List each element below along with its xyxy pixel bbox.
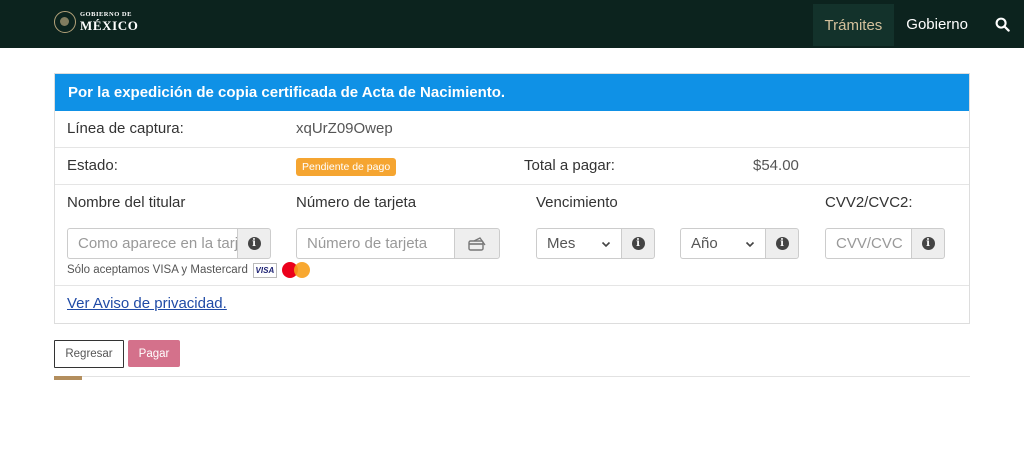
mes-select-value: Mes: [547, 235, 576, 252]
payment-panel: Por la expedición de copia certificada d…: [54, 73, 970, 324]
nav-item-gobierno[interactable]: Gobierno: [894, 3, 980, 45]
logo-line2: MÉXICO: [80, 18, 139, 34]
vencimiento-label: Vencimiento: [536, 194, 618, 211]
accent-bar: [54, 376, 82, 380]
linea-captura-label: Línea de captura:: [67, 120, 184, 137]
mes-select-group: Mes i: [536, 228, 655, 259]
tarjeta-label: Número de tarjeta: [296, 194, 417, 211]
cvv-input[interactable]: CVV/CVC: [825, 228, 911, 259]
gobierno-mexico-logo[interactable]: GOBIERNO DE MÉXICO: [54, 11, 139, 33]
estado-row: Estado: Pendiente de pago Total a pagar:…: [55, 148, 969, 185]
info-icon: i: [921, 237, 935, 250]
back-button[interactable]: Regresar: [54, 340, 124, 368]
visa-logo-icon: VISA: [252, 262, 277, 278]
top-navbar: GOBIERNO DE MÉXICO Trámites Gobierno: [0, 0, 1024, 48]
main-nav: Trámites Gobierno: [812, 0, 1024, 48]
mes-info-button[interactable]: i: [621, 228, 655, 259]
accepted-cards-text: Sólo aceptamos VISA y Mastercard: [67, 264, 248, 276]
search-button[interactable]: [980, 0, 1024, 48]
card-form-row: Nombre del titular Como aparece en la ta…: [55, 185, 969, 286]
privacy-notice-link[interactable]: Ver Aviso de privacidad.: [67, 295, 227, 312]
cvv-label: CVV2/CVC2:: [825, 194, 913, 211]
mes-select[interactable]: Mes: [536, 228, 621, 259]
logo-text: GOBIERNO DE MÉXICO: [80, 11, 139, 34]
mastercard-logo-icon: [281, 262, 310, 278]
status-badge: Pendiente de pago: [296, 158, 397, 176]
national-seal-icon: [54, 11, 76, 33]
linea-captura-value: xqUrZ09Owep: [296, 120, 393, 137]
privacy-row: Ver Aviso de privacidad.: [55, 286, 969, 323]
cvv-input-group: CVV/CVC i: [825, 228, 945, 259]
search-icon: [995, 17, 1010, 32]
panel-title: Por la expedición de copia certificada d…: [55, 74, 969, 111]
anio-select[interactable]: Año: [680, 228, 765, 259]
linea-captura-row: Línea de captura: xqUrZ09Owep: [55, 111, 969, 148]
tarjeta-input-group: Número de tarjeta: [296, 228, 500, 259]
info-icon: i: [247, 237, 261, 250]
anio-info-button[interactable]: i: [765, 228, 799, 259]
titular-input[interactable]: Como aparece en la tarjeta: [67, 228, 237, 259]
total-value: $54.00: [753, 157, 799, 174]
total-label: Total a pagar:: [524, 157, 615, 174]
chevron-down-icon: [745, 241, 755, 247]
card-type-indicator: [454, 228, 500, 259]
chevron-down-icon: [601, 241, 611, 247]
info-icon: i: [775, 237, 789, 250]
accepted-cards-note: Sólo aceptamos VISA y Mastercard VISA: [67, 262, 310, 278]
anio-select-group: Año i: [680, 228, 799, 259]
credit-card-icon: [468, 236, 486, 251]
anio-select-value: Año: [691, 235, 718, 252]
cvv-info-button[interactable]: i: [911, 228, 945, 259]
info-icon: i: [631, 237, 645, 250]
titular-input-group: Como aparece en la tarjeta i: [67, 228, 271, 259]
divider: [54, 376, 970, 377]
pay-button[interactable]: Pagar: [128, 340, 180, 367]
estado-label: Estado:: [67, 157, 118, 174]
tarjeta-input[interactable]: Número de tarjeta: [296, 228, 454, 259]
titular-label: Nombre del titular: [67, 194, 186, 211]
titular-info-button[interactable]: i: [237, 228, 271, 259]
nav-item-tramites[interactable]: Trámites: [812, 4, 895, 46]
